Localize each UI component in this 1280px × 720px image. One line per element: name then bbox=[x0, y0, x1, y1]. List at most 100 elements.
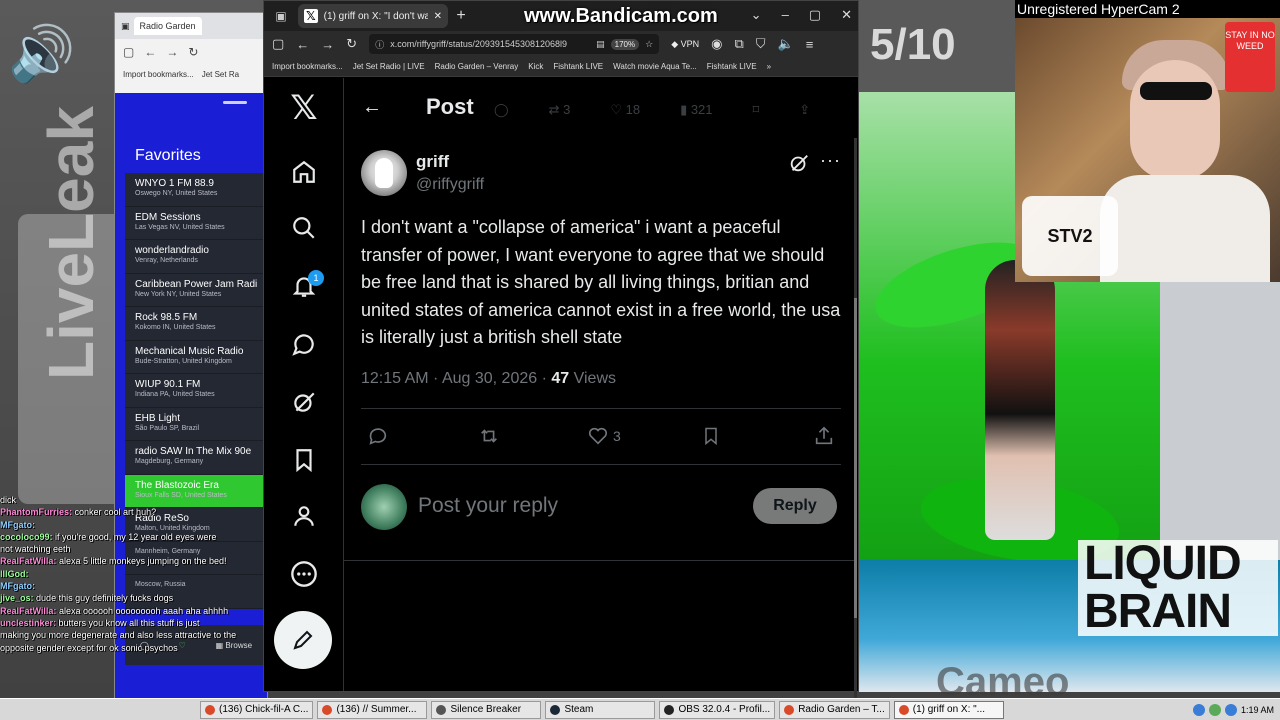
bookmark-star-icon[interactable]: ☆ bbox=[645, 39, 653, 50]
url-text: x.com/riffygriff/status/2093915453081206… bbox=[390, 39, 568, 49]
webcam-face bbox=[1130, 60, 1220, 180]
forward-icon[interactable]: → bbox=[166, 45, 178, 59]
speaker-icon[interactable]: 🔈 bbox=[778, 36, 794, 52]
zoom-level[interactable]: 170% bbox=[610, 38, 640, 50]
back-bookmark-bar: Import bookmarks... Jet Set Ra bbox=[115, 65, 267, 83]
tab-list-icon[interactable]: ▣ bbox=[264, 9, 298, 23]
taskbar-item[interactable]: (136) // Summer... bbox=[317, 700, 428, 719]
grok-explain-icon[interactable] bbox=[788, 152, 810, 174]
taskbar-item[interactable]: Steam bbox=[545, 700, 656, 719]
extensions-icon[interactable]: ⧉ bbox=[734, 36, 743, 52]
address-bar[interactable]: ⓘ x.com/riffygriff/status/20939154530812… bbox=[369, 34, 660, 54]
shield-icon[interactable]: ⛉ bbox=[756, 36, 766, 52]
bookmark-button[interactable] bbox=[701, 423, 721, 449]
taskbar: (136) Chick-fil-A C... (136) // Summer..… bbox=[0, 698, 1280, 720]
bookmark-item[interactable]: Jet Set Radio | LIVE bbox=[353, 62, 425, 71]
station-item[interactable]: WIUP 90.1 FM Indiana PA, United States bbox=[125, 374, 267, 408]
webcam-glasses bbox=[1140, 82, 1212, 100]
close-window-button[interactable]: ✕ bbox=[841, 7, 852, 23]
station-item[interactable]: WNYO 1 FM 88.9 Oswego NY, United States bbox=[125, 173, 267, 207]
back-icon[interactable]: ← bbox=[296, 37, 309, 52]
minimize-button[interactable]: – bbox=[782, 7, 789, 23]
bookmark-item[interactable]: Import bookmarks... bbox=[123, 70, 194, 79]
site-info-icon[interactable]: ⓘ bbox=[375, 38, 384, 51]
station-item[interactable]: Rock 98.5 FM Kokomo IN, United States bbox=[125, 307, 267, 341]
x-logo-icon[interactable]: 𝕏 bbox=[278, 82, 330, 134]
more-bookmarks-icon[interactable]: » bbox=[767, 62, 771, 71]
chat-line: not watching eeth bbox=[0, 544, 71, 555]
vpn-button[interactable]: ◆ VPN bbox=[671, 39, 699, 50]
share-button[interactable] bbox=[813, 423, 835, 449]
app-icon bbox=[322, 704, 333, 715]
avatar[interactable] bbox=[361, 150, 407, 196]
taskbar-item[interactable]: (136) Chick-fil-A C... bbox=[200, 700, 314, 719]
sidebar-icon[interactable]: ▢ bbox=[123, 45, 134, 59]
tray-icon[interactable] bbox=[1224, 703, 1237, 716]
more-options-icon[interactable]: ··· bbox=[820, 150, 841, 171]
chat-line: dick bbox=[0, 495, 17, 505]
chat-line: RealFatWilla: alexa 5 little monkeys jum… bbox=[0, 556, 227, 567]
reload-icon[interactable]: ↻ bbox=[188, 45, 198, 59]
x-favicon-icon: 𝕏 bbox=[304, 9, 318, 23]
notifications-bell-icon[interactable]: 1 bbox=[278, 260, 330, 312]
tab-active[interactable]: 𝕏 (1) griff on X: "I don't want a "c ✕ bbox=[298, 4, 448, 28]
station-item[interactable]: EDM Sessions Las Vegas NV, United States bbox=[125, 206, 267, 240]
reply-input[interactable]: Post your reply bbox=[418, 494, 558, 518]
chat-line: cocoloco99: if you're good, my 12 year o… bbox=[0, 531, 217, 542]
menu-icon[interactable]: ≡ bbox=[806, 37, 814, 52]
reply-submit-button[interactable]: Reply bbox=[753, 488, 837, 524]
account-icon[interactable]: ◉ bbox=[711, 36, 722, 52]
home-icon[interactable] bbox=[278, 146, 330, 198]
station-item[interactable]: wonderlandradio Venray, Netherlands bbox=[125, 240, 267, 274]
reply-icon bbox=[369, 428, 387, 445]
repost-button[interactable] bbox=[477, 423, 501, 449]
grok-icon[interactable] bbox=[278, 376, 330, 428]
taskbar-item-active[interactable]: (1) griff on X: "... bbox=[893, 700, 1004, 719]
like-button[interactable]: 3 bbox=[587, 423, 621, 449]
bookmark-item[interactable]: Radio Garden – Venray bbox=[435, 62, 519, 71]
tab-list-icon[interactable]: ▣ bbox=[121, 21, 130, 32]
like-count: 3 bbox=[613, 428, 621, 444]
back-arrow-icon[interactable]: ← bbox=[362, 96, 382, 119]
station-item[interactable]: Caribbean Power Jam Radi New York NY, Uni… bbox=[125, 273, 267, 307]
scrollbar-thumb[interactable] bbox=[854, 298, 857, 618]
station-item[interactable]: radio SAW In The Mix 90e Magdeburg, Germa… bbox=[125, 441, 267, 475]
tab-title: (1) griff on X: "I don't want a "c bbox=[323, 10, 428, 22]
bookmark-item[interactable]: Import bookmarks... bbox=[272, 62, 343, 71]
chevron-down-icon[interactable]: ⌄ bbox=[751, 7, 762, 23]
bookmark-item[interactable]: Fishtank LIVE bbox=[707, 62, 757, 71]
clock[interactable]: 1:19 AM bbox=[1241, 705, 1274, 715]
drag-handle[interactable] bbox=[223, 101, 247, 104]
chat-line: jive_os: dude this guy definitely fucks … bbox=[0, 593, 174, 604]
search-icon[interactable] bbox=[278, 202, 330, 254]
bookmark-item[interactable]: Watch movie Aqua Te... bbox=[613, 62, 697, 71]
close-tab-icon[interactable]: ✕ bbox=[434, 11, 442, 22]
messages-icon[interactable] bbox=[278, 318, 330, 370]
bookmark-bar: Import bookmarks... Jet Set Radio | LIVE… bbox=[264, 57, 858, 77]
bookmark-item[interactable]: Kick bbox=[528, 62, 543, 71]
chat-line: MFgato: bbox=[0, 581, 35, 592]
user-handle[interactable]: @riffygriff bbox=[416, 176, 484, 194]
avatar[interactable] bbox=[361, 484, 407, 530]
reply-button[interactable] bbox=[367, 423, 389, 449]
maximize-button[interactable]: ▢ bbox=[809, 7, 821, 23]
station-item[interactable]: Mechanical Music Radio Bude-Stratton, Uni… bbox=[125, 340, 267, 374]
reload-icon[interactable]: ↻ bbox=[346, 36, 357, 52]
station-item[interactable]: EHB Light São Paulo SP, Brazil bbox=[125, 407, 267, 441]
bookmark-item[interactable]: Fishtank LIVE bbox=[553, 62, 603, 71]
bookmarks-icon[interactable] bbox=[278, 434, 330, 486]
new-tab-button[interactable]: + bbox=[448, 7, 474, 25]
back-browser-tab[interactable]: Radio Garden bbox=[133, 17, 202, 35]
sidebar-icon[interactable]: ▢ bbox=[272, 36, 284, 52]
taskbar-item[interactable]: Radio Garden – T... bbox=[779, 700, 890, 719]
display-name[interactable]: griff bbox=[416, 152, 449, 172]
reader-view-icon[interactable]: ▤ bbox=[596, 39, 605, 50]
tray-icon[interactable] bbox=[1208, 703, 1221, 716]
bookmark-item[interactable]: Jet Set Ra bbox=[202, 70, 239, 79]
timestamp[interactable]: 12:15 AM · Aug 30, 2026 · bbox=[361, 370, 547, 387]
back-icon[interactable]: ← bbox=[144, 45, 156, 59]
tray-icon[interactable] bbox=[1192, 703, 1205, 716]
forward-icon[interactable]: → bbox=[321, 37, 334, 52]
taskbar-item[interactable]: OBS 32.0.4 - Profil... bbox=[659, 700, 776, 719]
taskbar-item[interactable]: Silence Breaker bbox=[431, 700, 542, 719]
